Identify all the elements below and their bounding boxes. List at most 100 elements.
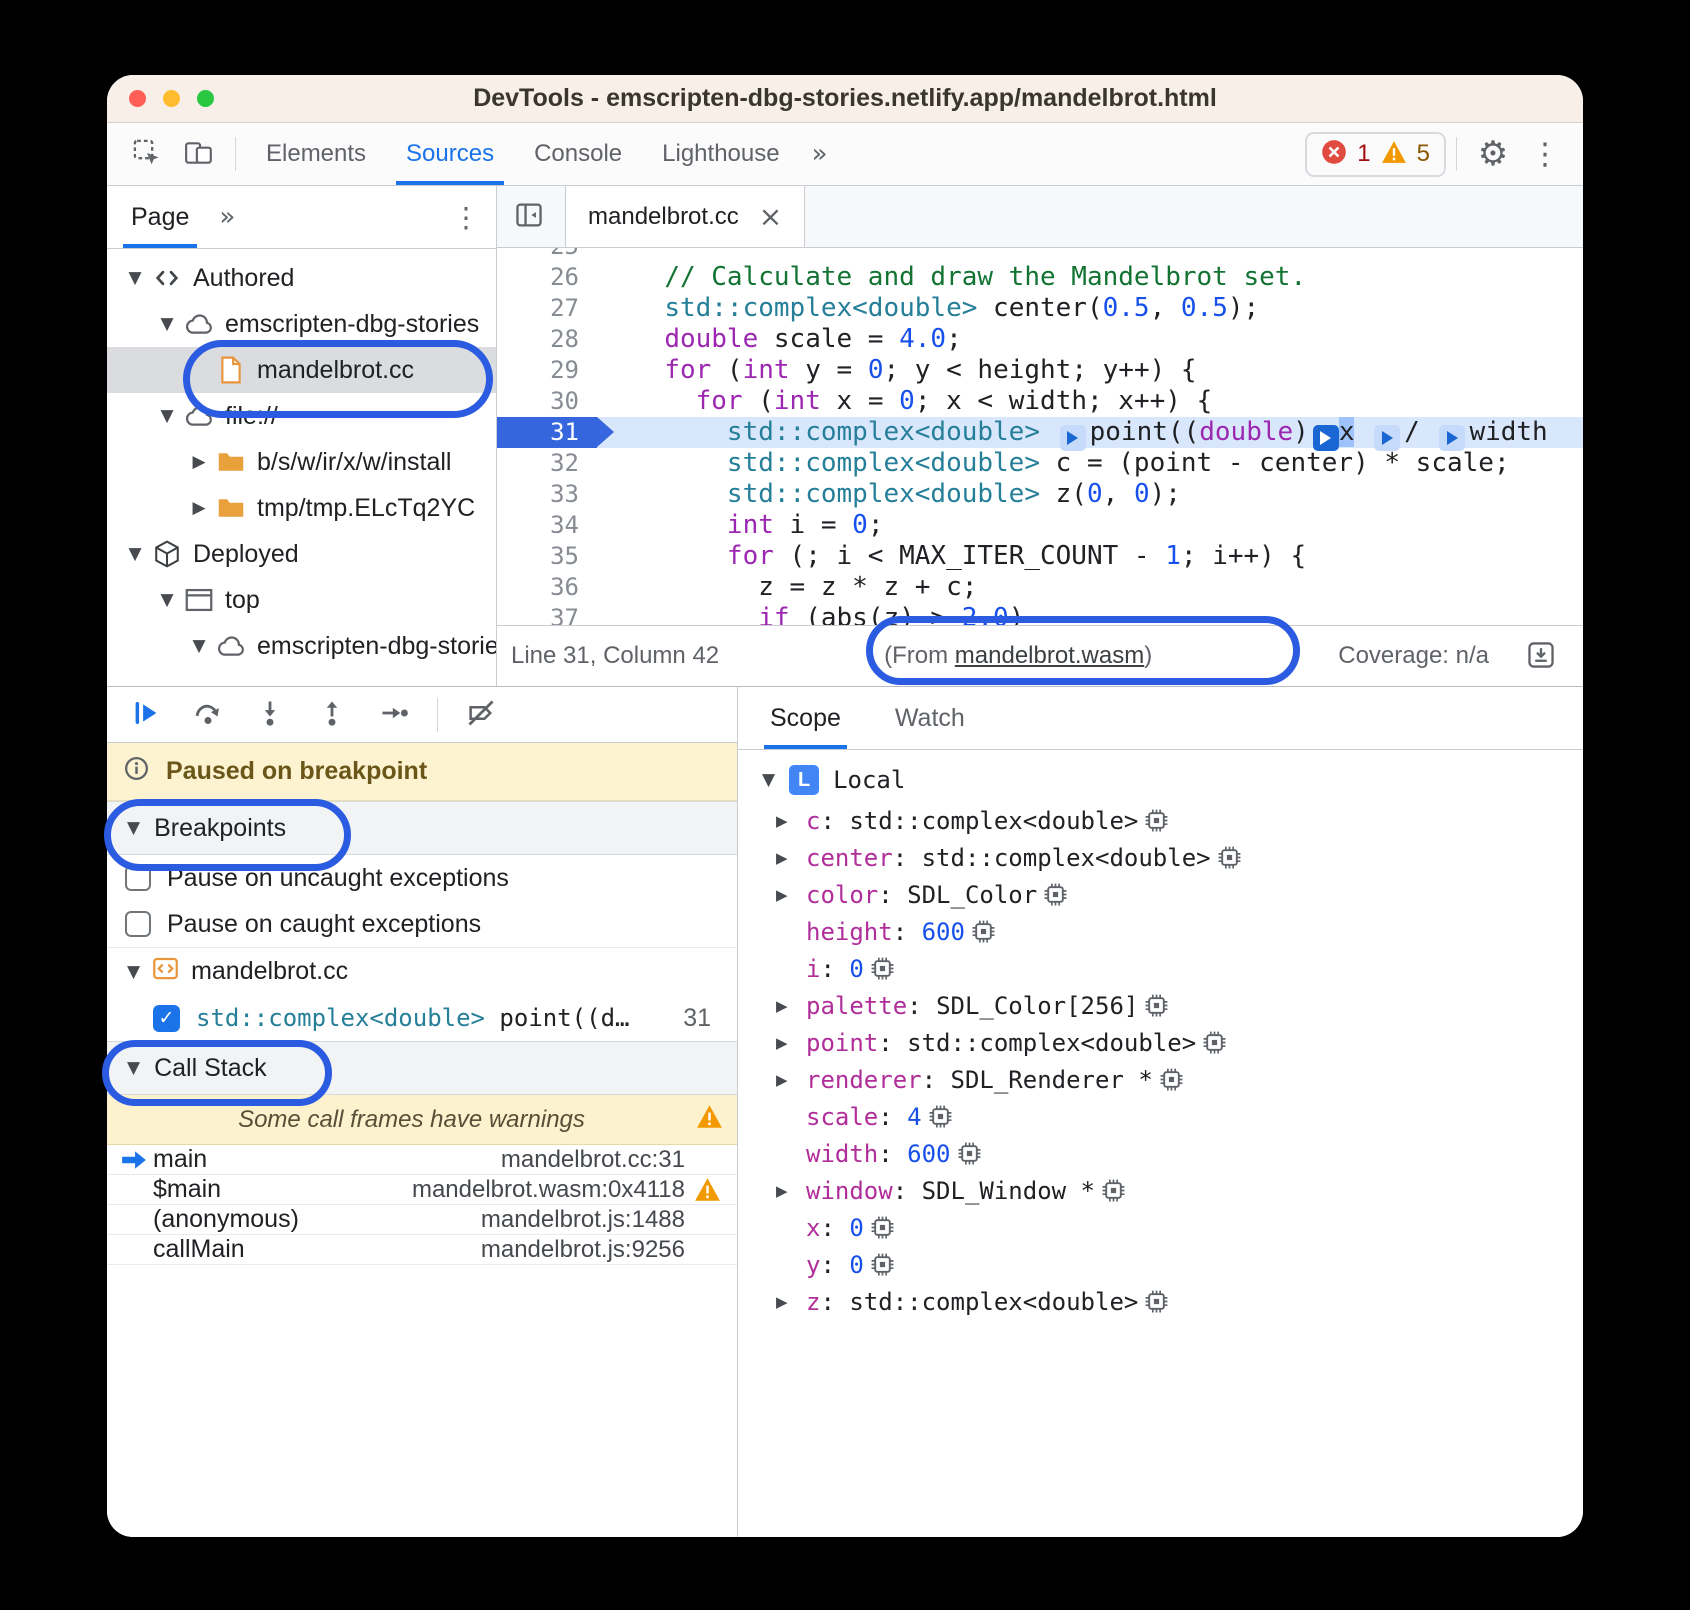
memory-inspector-icon[interactable] [1144, 808, 1169, 833]
tree-expand-icon[interactable]: ▼ [185, 636, 213, 656]
scope-variable-i[interactable]: i: 0 [738, 950, 1583, 987]
memory-inspector-icon[interactable] [1144, 993, 1169, 1018]
code-line-37[interactable]: 37 if (abs(z) > 2.0) [497, 603, 1583, 625]
code-line-35[interactable]: 35 for (; i < MAX_ITER_COUNT - 1; i++) { [497, 541, 1583, 572]
expand-icon[interactable]: ▶ [776, 1071, 806, 1089]
tree-item-mandelbrot-cc[interactable]: mandelbrot.cc [107, 347, 496, 393]
line-number[interactable]: 28 [497, 324, 597, 355]
code-line-31[interactable]: 31 std::complex<double> point((double)x … [497, 417, 1583, 448]
call-stack-frame-main[interactable]: mainmandelbrot.cc:31 [107, 1145, 737, 1175]
memory-inspector-icon[interactable] [928, 1104, 953, 1129]
tab-console[interactable]: Console [514, 123, 642, 185]
memory-inspector-icon[interactable] [1043, 882, 1068, 907]
memory-inspector-icon[interactable] [1144, 1289, 1169, 1314]
line-number[interactable]: 27 [497, 293, 597, 324]
scope-variable-point[interactable]: ▶point: std::complex<double> [738, 1024, 1583, 1061]
line-number[interactable]: 34 [497, 510, 597, 541]
scope-variable-c[interactable]: ▶c: std::complex<double> [738, 802, 1583, 839]
line-number[interactable]: 33 [497, 479, 597, 510]
code-line-36[interactable]: 36 z = z * z + c; [497, 572, 1583, 603]
scope-variable-scale[interactable]: scale: 4 [738, 1098, 1583, 1135]
tree-expand-icon[interactable]: ▶ [185, 452, 213, 472]
line-number[interactable]: 26 [497, 262, 597, 293]
line-number[interactable]: 35 [497, 541, 597, 572]
memory-inspector-icon[interactable] [870, 956, 895, 981]
line-number[interactable]: 36 [497, 572, 597, 603]
code-line-28[interactable]: 28 double scale = 4.0; [497, 324, 1583, 355]
tab-scope[interactable]: Scope [764, 687, 847, 749]
memory-inspector-icon[interactable] [971, 919, 996, 944]
pause-on-caught-row[interactable]: Pause on caught exceptions [107, 901, 737, 947]
code-line-26[interactable]: 26 // Calculate and draw the Mandelbrot … [497, 262, 1583, 293]
minimize-window-button[interactable] [163, 90, 180, 107]
tree-item-top[interactable]: ▼top [107, 577, 496, 623]
line-number[interactable]: 25 [497, 248, 597, 262]
inspect-element-button[interactable] [121, 130, 173, 178]
tree-item-emscripten-dbg-stories[interactable]: ▼emscripten-dbg-stories [107, 301, 496, 347]
expand-icon[interactable]: ▶ [776, 1034, 806, 1052]
step-into-button[interactable] [241, 692, 299, 738]
scope-variable-width[interactable]: width: 600 [738, 1135, 1583, 1172]
memory-inspector-icon[interactable] [1159, 1067, 1184, 1092]
pause-on-uncaught-row[interactable]: Pause on uncaught exceptions [107, 855, 737, 901]
code-line-27[interactable]: 27 std::complex<double> center(0.5, 0.5)… [497, 293, 1583, 324]
scope-variable-z[interactable]: ▶z: std::complex<double> [738, 1283, 1583, 1320]
tree-expand-icon[interactable]: ▼ [121, 268, 149, 288]
deactivate-breakpoints-button[interactable] [452, 692, 510, 738]
line-number[interactable]: 32 [497, 448, 597, 479]
tab-watch[interactable]: Watch [889, 687, 971, 749]
expand-icon[interactable]: ▶ [776, 886, 806, 904]
code-line-30[interactable]: 30 for (int x = 0; x < width; x++) { [497, 386, 1583, 417]
toggle-navigator-button[interactable] [503, 193, 555, 241]
wasm-file-link[interactable]: mandelbrot.wasm [955, 642, 1144, 669]
call-stack-section-header[interactable]: ▼ Call Stack [107, 1041, 737, 1095]
code-line-34[interactable]: 34 int i = 0; [497, 510, 1583, 541]
execution-line-marker[interactable]: 31 [497, 417, 597, 448]
editor-tab-mandelbrot-cc[interactable]: mandelbrot.cc × [565, 186, 805, 247]
more-panels-icon[interactable]: » [219, 202, 235, 232]
code-line-25[interactable]: 25 [497, 248, 1583, 262]
breakpoints-section-header[interactable]: ▼ Breakpoints [107, 801, 737, 855]
step-button[interactable] [365, 692, 423, 738]
line-number[interactable]: 29 [497, 355, 597, 386]
memory-inspector-icon[interactable] [870, 1252, 895, 1277]
settings-gear-icon[interactable]: ⚙ [1467, 130, 1519, 178]
checkbox-caught[interactable] [125, 911, 151, 937]
memory-inspector-icon[interactable] [1202, 1030, 1227, 1055]
breakpoint-file-group[interactable]: ▼ mandelbrot.cc [107, 947, 737, 995]
resume-button[interactable] [117, 692, 175, 738]
scope-variable-x[interactable]: x: 0 [738, 1209, 1583, 1246]
checkbox-checked-icon[interactable]: ✓ [153, 1005, 180, 1032]
expand-icon[interactable]: ▶ [776, 1182, 806, 1200]
navigator-menu-icon[interactable]: ⋮ [452, 201, 480, 234]
scope-variable-height[interactable]: height: 600 [738, 913, 1583, 950]
call-stack-frame-callmain[interactable]: callMainmandelbrot.js:9256 [107, 1235, 737, 1265]
device-toolbar-button[interactable] [173, 130, 225, 178]
scope-variable-palette[interactable]: ▶palette: SDL_Color[256] [738, 987, 1583, 1024]
code-line-29[interactable]: 29 for (int y = 0; y < height; y++) { [497, 355, 1583, 386]
code-line-32[interactable]: 32 std::complex<double> c = (point - cen… [497, 448, 1583, 479]
step-out-button[interactable] [303, 692, 361, 738]
code-editor[interactable]: 2526 // Calculate and draw the Mandelbro… [497, 248, 1583, 625]
checkbox-uncaught[interactable] [125, 865, 151, 891]
tree-item-file-[interactable]: ▼file:// [107, 393, 496, 439]
code-line-33[interactable]: 33 std::complex<double> z(0, 0); [497, 479, 1583, 510]
tree-item-emscripten-dbg-stories[interactable]: ▼emscripten-dbg-stories [107, 623, 496, 669]
scope-variable-renderer[interactable]: ▶renderer: SDL_Renderer * [738, 1061, 1583, 1098]
scope-variable-color[interactable]: ▶color: SDL_Color [738, 876, 1583, 913]
tree-expand-icon[interactable]: ▼ [153, 314, 181, 334]
step-over-button[interactable] [179, 692, 237, 738]
tree-expand-icon[interactable]: ▼ [121, 544, 149, 564]
tab-page[interactable]: Page [123, 186, 197, 248]
call-stack-frame--anonymous-[interactable]: (anonymous)mandelbrot.js:1488 [107, 1205, 737, 1235]
scope-variable-window[interactable]: ▶window: SDL_Window * [738, 1172, 1583, 1209]
memory-inspector-icon[interactable] [870, 1215, 895, 1240]
tab-sources[interactable]: Sources [386, 123, 514, 185]
expand-icon[interactable]: ▶ [776, 997, 806, 1015]
memory-inspector-icon[interactable] [1101, 1178, 1126, 1203]
line-number[interactable]: 37 [497, 603, 597, 625]
breakpoint-entry[interactable]: ✓ std::complex<double> point((d… 31 [107, 995, 737, 1041]
tree-expand-icon[interactable]: ▼ [153, 406, 181, 426]
more-tabs-icon[interactable]: » [800, 123, 840, 185]
tree-item-b-s-w-ir-x-w-install[interactable]: ▶b/s/w/ir/x/w/install [107, 439, 496, 485]
